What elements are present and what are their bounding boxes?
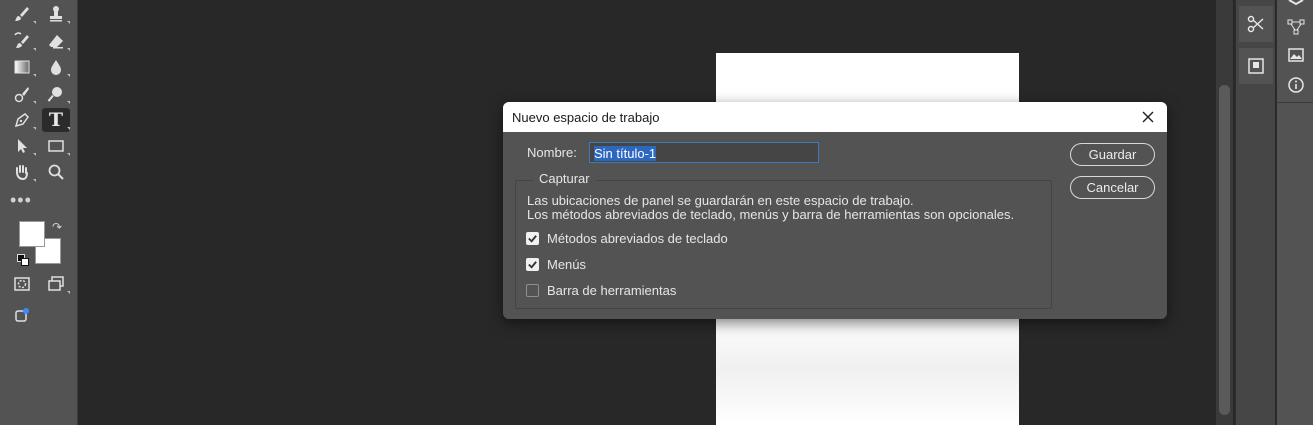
blur-tool-icon[interactable] [42, 55, 70, 79]
option-label: Métodos abreviados de teclado [547, 231, 728, 246]
panel-dock-2 [1276, 0, 1313, 425]
brush-tool-icon[interactable] [8, 2, 36, 26]
gradient-tool-icon[interactable] [8, 55, 36, 79]
save-button[interactable]: Guardar [1070, 143, 1155, 166]
capture-group-title: Capturar [533, 171, 596, 186]
dialog-title: Nuevo espacio de trabajo [512, 110, 660, 125]
default-colors-icon[interactable] [17, 254, 29, 266]
quick-mask-icon[interactable] [8, 272, 36, 296]
dock-separator [1277, 102, 1313, 103]
checkbox-keyboard-shortcuts[interactable] [526, 232, 539, 245]
option-label: Menús [547, 257, 587, 272]
pen-tool-icon[interactable] [8, 108, 36, 132]
generative-fill-icon[interactable] [8, 303, 36, 327]
option-toolbar[interactable]: Barra de herramientas [526, 283, 676, 298]
panel-dock-1 [1235, 0, 1275, 425]
name-label: Nombre: [527, 145, 577, 160]
name-input[interactable]: Sin título-1 [589, 142, 819, 163]
rectangle-tool-icon[interactable] [42, 134, 70, 158]
scrollbar-thumb[interactable] [1219, 85, 1230, 415]
new-workspace-dialog: Nuevo espacio de trabajo Nombre: Sin tít… [503, 102, 1167, 319]
tools-panel: T ••• ↷ [0, 0, 78, 425]
foreground-color-swatch[interactable] [19, 221, 45, 247]
description-line-2: Los métodos abreviados de teclado, menús… [527, 207, 1015, 222]
close-icon[interactable] [1139, 108, 1157, 126]
hand-tool-icon[interactable] [8, 160, 36, 184]
description-line-1: Las ubicaciones de panel se guardarán en… [527, 193, 914, 208]
option-keyboard-shortcuts[interactable]: Métodos abreviados de teclado [526, 231, 728, 246]
name-input-value: Sin título-1 [594, 146, 657, 161]
layers-icon[interactable] [1285, 0, 1307, 14]
edit-toolbar-more-icon[interactable]: ••• [10, 190, 32, 211]
checkbox-menus[interactable] [526, 258, 539, 271]
photoshop-workspace: T ••• ↷ Nuevo espacio de trabajo Nombre:… [0, 0, 1313, 425]
path-selection-tool-icon[interactable] [8, 134, 36, 158]
option-menus[interactable]: Menús [526, 257, 586, 272]
type-tool-icon[interactable]: T [42, 108, 70, 132]
content-aware-brush-icon[interactable] [8, 82, 36, 106]
screen-mode-icon[interactable] [42, 272, 70, 296]
eraser-tool-icon[interactable] [42, 29, 70, 53]
option-label: Barra de herramientas [547, 283, 677, 298]
cancel-button[interactable]: Cancelar [1070, 176, 1155, 199]
history-brush-tool-icon[interactable] [8, 29, 36, 53]
dodge-tool-icon[interactable] [42, 82, 70, 106]
clone-stamp-tool-icon[interactable] [42, 2, 70, 26]
scissors-icon[interactable] [1239, 6, 1273, 42]
paths-icon[interactable] [1285, 16, 1307, 38]
libraries-icon[interactable] [1285, 44, 1307, 66]
dialog-title-bar[interactable]: Nuevo espacio de trabajo [503, 102, 1167, 132]
checkbox-toolbar[interactable] [526, 284, 539, 297]
zoom-tool-icon[interactable] [42, 160, 70, 184]
properties-panel-icon[interactable] [1239, 48, 1273, 84]
swap-colors-icon[interactable]: ↷ [52, 220, 62, 234]
info-icon[interactable] [1285, 74, 1307, 96]
